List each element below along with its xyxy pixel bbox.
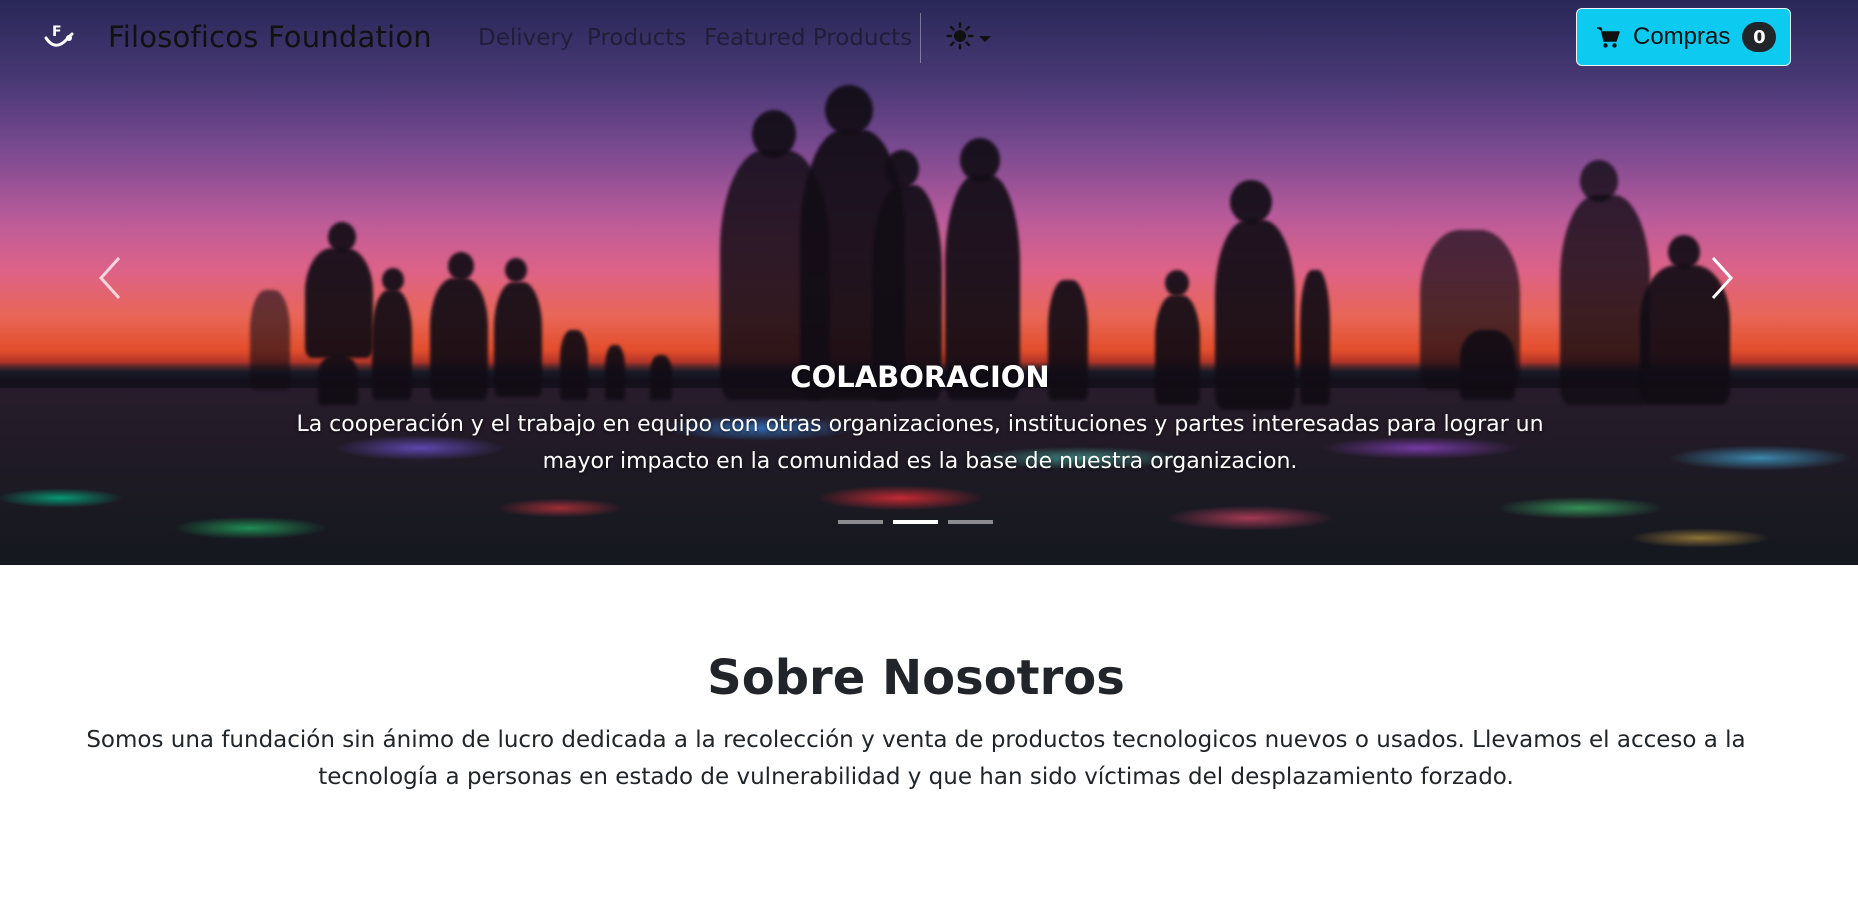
cart-button[interactable]: Compras 0 <box>1576 8 1791 66</box>
nav-divider <box>920 13 921 63</box>
brand-name[interactable]: Filosoficos Foundation <box>108 20 432 54</box>
nav-link-delivery[interactable]: Delivery <box>478 25 573 51</box>
navbar: F Filosoficos Foundation Delivery Produc… <box>0 0 1858 78</box>
carousel-indicator-1[interactable] <box>838 520 883 524</box>
carousel-indicator-2[interactable] <box>893 520 938 524</box>
nav-link-products[interactable]: Products <box>587 25 686 51</box>
nav-link-featured-products[interactable]: Featured Products <box>704 25 912 51</box>
cart-label: Compras <box>1633 23 1731 50</box>
hero-carousel <box>0 0 1858 565</box>
about-title: Sobre Nosotros <box>707 650 1125 706</box>
carousel-prev-button[interactable] <box>80 250 140 310</box>
caption-text: La cooperación y el trabajo en equipo co… <box>296 412 1544 474</box>
hero-overlay <box>0 0 1858 565</box>
sun-icon <box>946 22 974 54</box>
cart-icon <box>1595 24 1621 50</box>
chevron-down-icon <box>978 29 992 48</box>
carousel-caption: COLABORACION La cooperación y el trabajo… <box>270 360 1570 480</box>
brand-logo-icon[interactable]: F <box>42 20 82 54</box>
carousel-next-button[interactable] <box>1692 250 1752 310</box>
chevron-right-icon <box>1707 255 1737 305</box>
about-text: Somos una fundación sin ánimo de lucro d… <box>86 727 1746 790</box>
carousel-indicator-3[interactable] <box>948 520 993 524</box>
carousel-indicators <box>838 520 993 524</box>
svg-text:F: F <box>52 24 62 40</box>
chevron-left-icon <box>95 255 125 305</box>
theme-toggle[interactable] <box>946 22 996 54</box>
cart-count-badge: 0 <box>1742 22 1777 52</box>
caption-title: COLABORACION <box>790 360 1050 394</box>
